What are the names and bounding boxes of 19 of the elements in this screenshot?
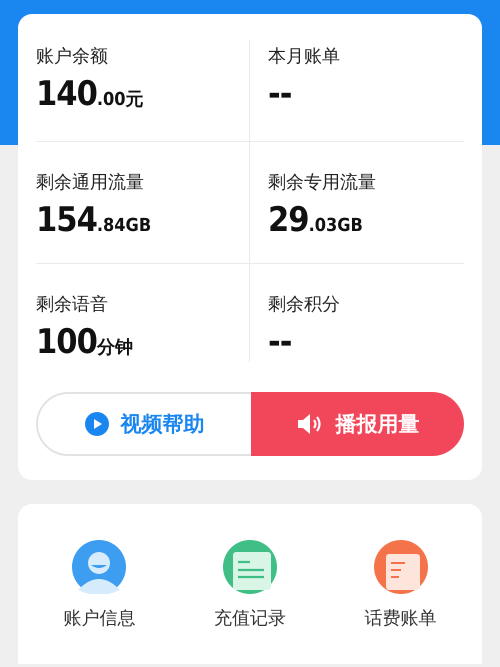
- stat-value: 29.03GB: [268, 200, 364, 242]
- stat-label: 账户余额: [36, 46, 109, 68]
- shortcut-label[interactable]: 充值记录: [214, 606, 286, 630]
- stat-value: --: [268, 74, 292, 114]
- stat-label: 剩余积分: [268, 294, 341, 316]
- shortcut-label[interactable]: 账户信息: [63, 606, 136, 630]
- shortcut-label[interactable]: 话费账单: [364, 606, 437, 630]
- stat-value: 100分钟: [36, 322, 134, 364]
- stat-label: 剩余专用流量: [268, 172, 377, 194]
- broadcast-button[interactable]: 播报用量: [251, 392, 464, 456]
- play-icon: [84, 412, 108, 436]
- stat-value: --: [268, 322, 292, 362]
- stat-label: 本月账单: [268, 46, 341, 68]
- stat-value: 154.84GB: [36, 200, 152, 242]
- speaker-icon: [296, 412, 324, 436]
- stat-label: 剩余通用流量: [36, 172, 145, 194]
- stat-label: 剩余语音: [36, 294, 109, 316]
- stat-value: 140.00元: [36, 74, 145, 116]
- video-help-button[interactable]: 视频帮助: [36, 392, 251, 456]
